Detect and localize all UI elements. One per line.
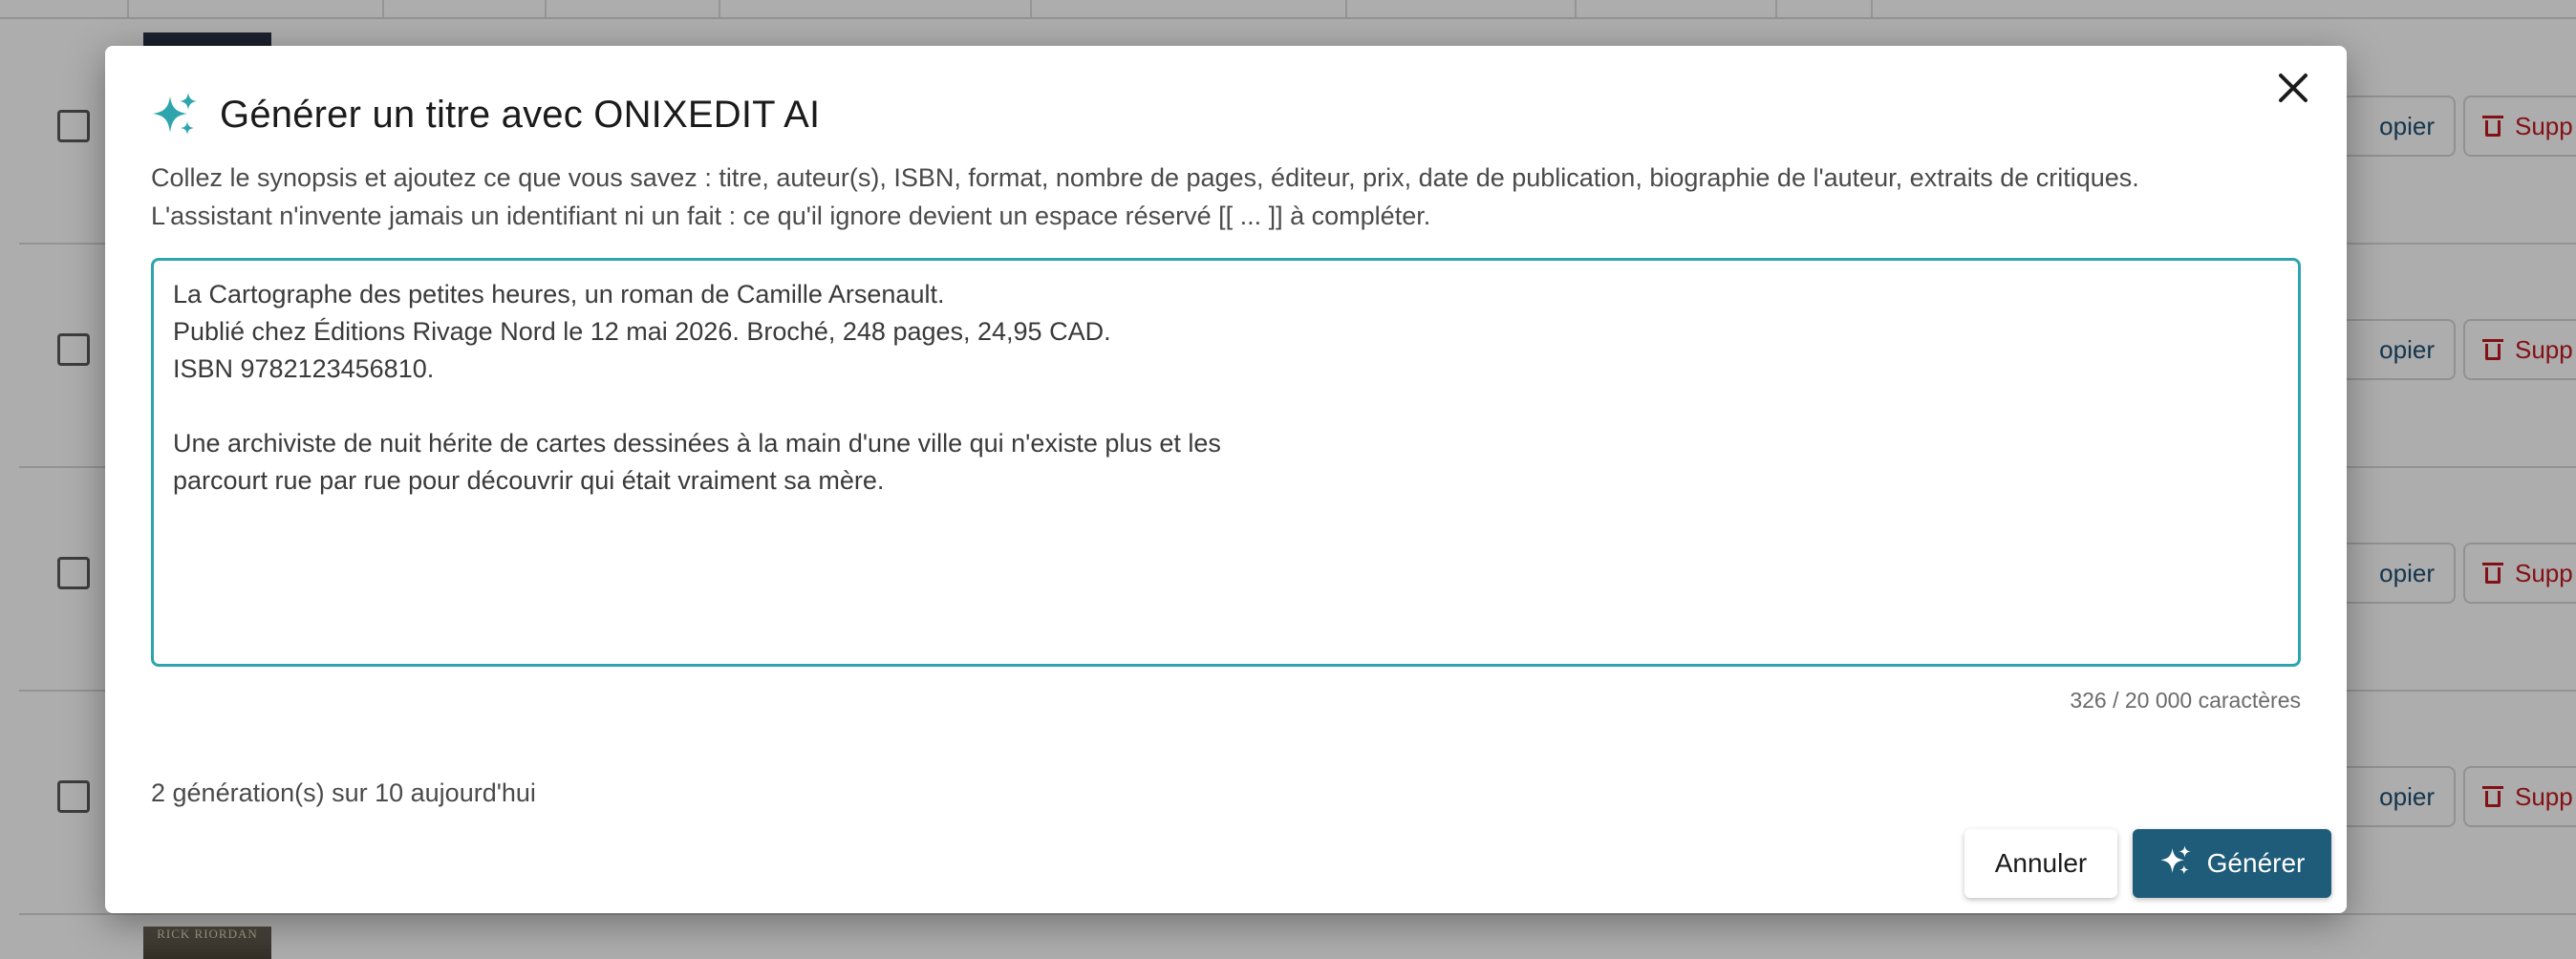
cancel-label: Annuler	[1994, 848, 2088, 878]
generate-label: Générer	[2206, 848, 2306, 878]
instruction-line: Collez le synopsis et ajoutez ce que vou…	[151, 163, 2139, 192]
generate-button[interactable]: Générer	[2133, 829, 2331, 898]
close-button[interactable]	[2266, 61, 2320, 115]
sparkle-icon	[151, 91, 199, 139]
daily-usage-text: 2 génération(s) sur 10 aujourd'hui	[151, 778, 536, 807]
dialog-header: Générer un titre avec ONIXEDIT AI	[151, 88, 820, 141]
generate-title-dialog: Générer un titre avec ONIXEDIT AI Collez…	[105, 46, 2347, 913]
instruction-line: L'assistant n'invente jamais un identifi…	[151, 202, 1431, 230]
cancel-button[interactable]: Annuler	[1964, 829, 2117, 898]
dialog-title: Générer un titre avec ONIXEDIT AI	[220, 93, 821, 136]
character-counter: 326 / 20 000 caractères	[2070, 688, 2301, 713]
sparkle-icon	[2159, 844, 2192, 884]
close-icon	[2279, 74, 2308, 102]
synopsis-textarea[interactable]	[151, 258, 2301, 667]
dialog-instructions: Collez le synopsis et ajoutez ce que vou…	[151, 159, 2310, 235]
